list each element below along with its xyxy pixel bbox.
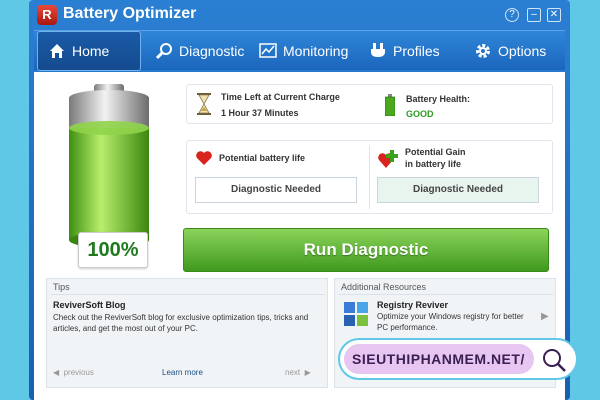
gear-icon [474, 42, 492, 60]
tab-diagnostic[interactable]: Diagnostic [145, 31, 249, 71]
tab-profiles[interactable]: Profiles [359, 31, 459, 71]
heart-icon [195, 150, 213, 166]
time-left-value: 1 Hour 37 Minutes [221, 108, 299, 118]
tab-home[interactable]: Home [37, 31, 141, 71]
resources-body: Optimize your Windows registry for bette… [377, 312, 524, 332]
battery-percent: 100% [78, 232, 148, 268]
tab-monitoring[interactable]: Monitoring [249, 31, 359, 71]
potential-life-status: Diagnostic Needed [195, 177, 357, 203]
panel-divider [369, 145, 370, 209]
app-title: Battery Optimizer [63, 5, 197, 22]
search-icon [540, 346, 568, 374]
resources-title: Additional Resources [341, 282, 427, 292]
monitor-chart-icon [259, 42, 277, 60]
tab-monitoring-label: Monitoring [283, 43, 349, 59]
health-label: Battery Health: [406, 94, 471, 104]
title-bar: R Battery Optimizer ? – ✕ [29, 0, 570, 30]
run-diagnostic-button[interactable]: Run Diagnostic [183, 228, 549, 272]
watermark-text: SIEUTHIPHANMEM.NET/ [344, 344, 534, 374]
magnifier-icon [155, 42, 173, 60]
resources-divider [339, 294, 553, 295]
registry-reviver-icon [343, 301, 369, 327]
hourglass-icon [197, 93, 211, 115]
learn-more-link[interactable]: Learn more [162, 368, 203, 377]
resources-next-arrow[interactable]: ▶ [541, 311, 549, 322]
tips-body: Check out the ReviverSoft blog for exclu… [53, 313, 309, 333]
health-value: GOOD [406, 109, 434, 119]
tips-title: Tips [53, 282, 70, 292]
tips-panel: Tips ReviverSoft Blog Check out the Revi… [46, 278, 328, 388]
app-logo-icon: R [37, 5, 57, 25]
help-button[interactable]: ? [505, 8, 519, 22]
tips-next-label: next [285, 368, 301, 377]
tab-diagnostic-label: Diagnostic [179, 43, 245, 59]
tips-divider [51, 294, 325, 295]
watermark-search-bar: SIEUTHIPHANMEM.NET/ [338, 338, 578, 380]
heart-plus-icon [377, 148, 401, 170]
plug-icon [369, 42, 387, 60]
potential-gain-label-1: Potential Gain [405, 147, 466, 157]
tab-options[interactable]: Options [464, 31, 564, 71]
tab-profiles-label: Profiles [393, 43, 440, 59]
tab-home-label: Home [72, 43, 110, 59]
tips-heading: ReviverSoft Blog [53, 300, 126, 310]
close-button[interactable]: ✕ [547, 8, 561, 22]
nav-bar: Home Diagnostic Monitoring Profiles Opti… [34, 30, 565, 71]
potential-gain-label-2: in battery life [405, 159, 462, 169]
tips-previous-link[interactable]: ◀ previous [53, 368, 94, 377]
tab-options-label: Options [498, 43, 547, 59]
potential-gain-status: Diagnostic Needed [377, 177, 539, 203]
tips-next-link[interactable]: next ▶ [285, 368, 311, 377]
tips-previous-label: previous [63, 368, 94, 377]
potential-panel: Potential battery life Diagnostic Needed… [186, 140, 553, 214]
minimize-button[interactable]: – [527, 8, 541, 22]
home-icon [48, 42, 66, 60]
status-panel: Time Left at Current Charge 1 Hour 37 Mi… [186, 84, 553, 124]
battery-health-icon [384, 94, 396, 117]
potential-life-label: Potential battery life [219, 153, 306, 163]
resources-heading[interactable]: Registry Reviver [377, 300, 448, 310]
time-left-label: Time Left at Current Charge [221, 92, 340, 102]
